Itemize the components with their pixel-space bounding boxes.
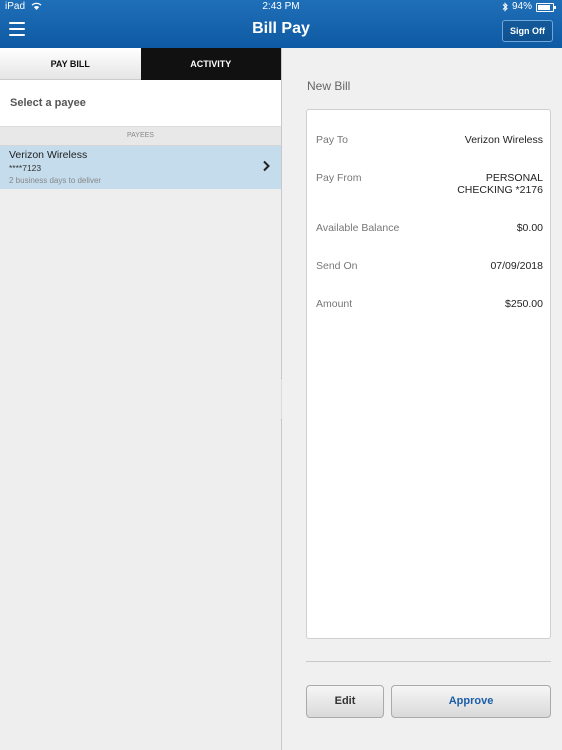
select-payee-label: Select a payee [10, 97, 86, 109]
bill-detail-pane: New Bill Pay To Verizon Wireless Pay Fro… [282, 48, 562, 750]
pay-to-label: Pay To [316, 134, 348, 146]
select-payee-header: Select a payee [0, 80, 281, 127]
clock: 2:43 PM [262, 1, 300, 12]
battery-icon [536, 2, 556, 12]
payees-section-header: PAYEES [0, 127, 281, 146]
available-balance-value: $0.00 [516, 222, 543, 234]
send-on-label: Send On [316, 260, 358, 272]
sign-off-button[interactable]: Sign Off [502, 20, 553, 42]
payee-account: ****7123 [9, 163, 42, 173]
pay-from-value: PERSONAL CHECKING *2176 [457, 172, 543, 196]
new-bill-title: New Bill [307, 79, 351, 93]
pay-from-label: Pay From [316, 172, 362, 184]
bill-summary-card: Pay To Verizon Wireless Pay From PERSONA… [306, 109, 551, 639]
approve-button[interactable]: Approve [391, 685, 551, 718]
payee-name: Verizon Wireless [9, 149, 88, 161]
status-bar: iPad 2:43 PM 94% [0, 0, 562, 14]
tab-activity[interactable]: ACTIVITY [140, 48, 281, 80]
chevron-right-icon [263, 160, 270, 172]
payee-row[interactable]: Verizon Wireless ****7123 2 business day… [0, 146, 281, 189]
payee-pane: PAY BILL ACTIVITY Select a payee PAYEES … [0, 48, 282, 750]
pay-to-value: Verizon Wireless [464, 134, 543, 146]
divider [306, 661, 551, 662]
tab-pay-bill[interactable]: PAY BILL [0, 48, 141, 80]
bluetooth-icon [502, 2, 508, 12]
status-right: 94% [502, 0, 556, 14]
page-title: Bill Pay [252, 20, 310, 37]
battery-percent: 94% [511, 1, 532, 12]
amount-label: Amount [316, 298, 353, 310]
edit-button[interactable]: Edit [306, 685, 384, 718]
tab-bar: PAY BILL ACTIVITY [0, 48, 281, 80]
send-on-value: 07/09/2018 [490, 260, 543, 272]
payee-delivery-note: 2 business days to deliver [9, 176, 102, 185]
available-balance-label: Available Balance [316, 222, 400, 234]
top-bar: iPad 2:43 PM 94% Bill Pay Sign Off [0, 0, 562, 48]
amount-value: $250.00 [505, 298, 543, 310]
